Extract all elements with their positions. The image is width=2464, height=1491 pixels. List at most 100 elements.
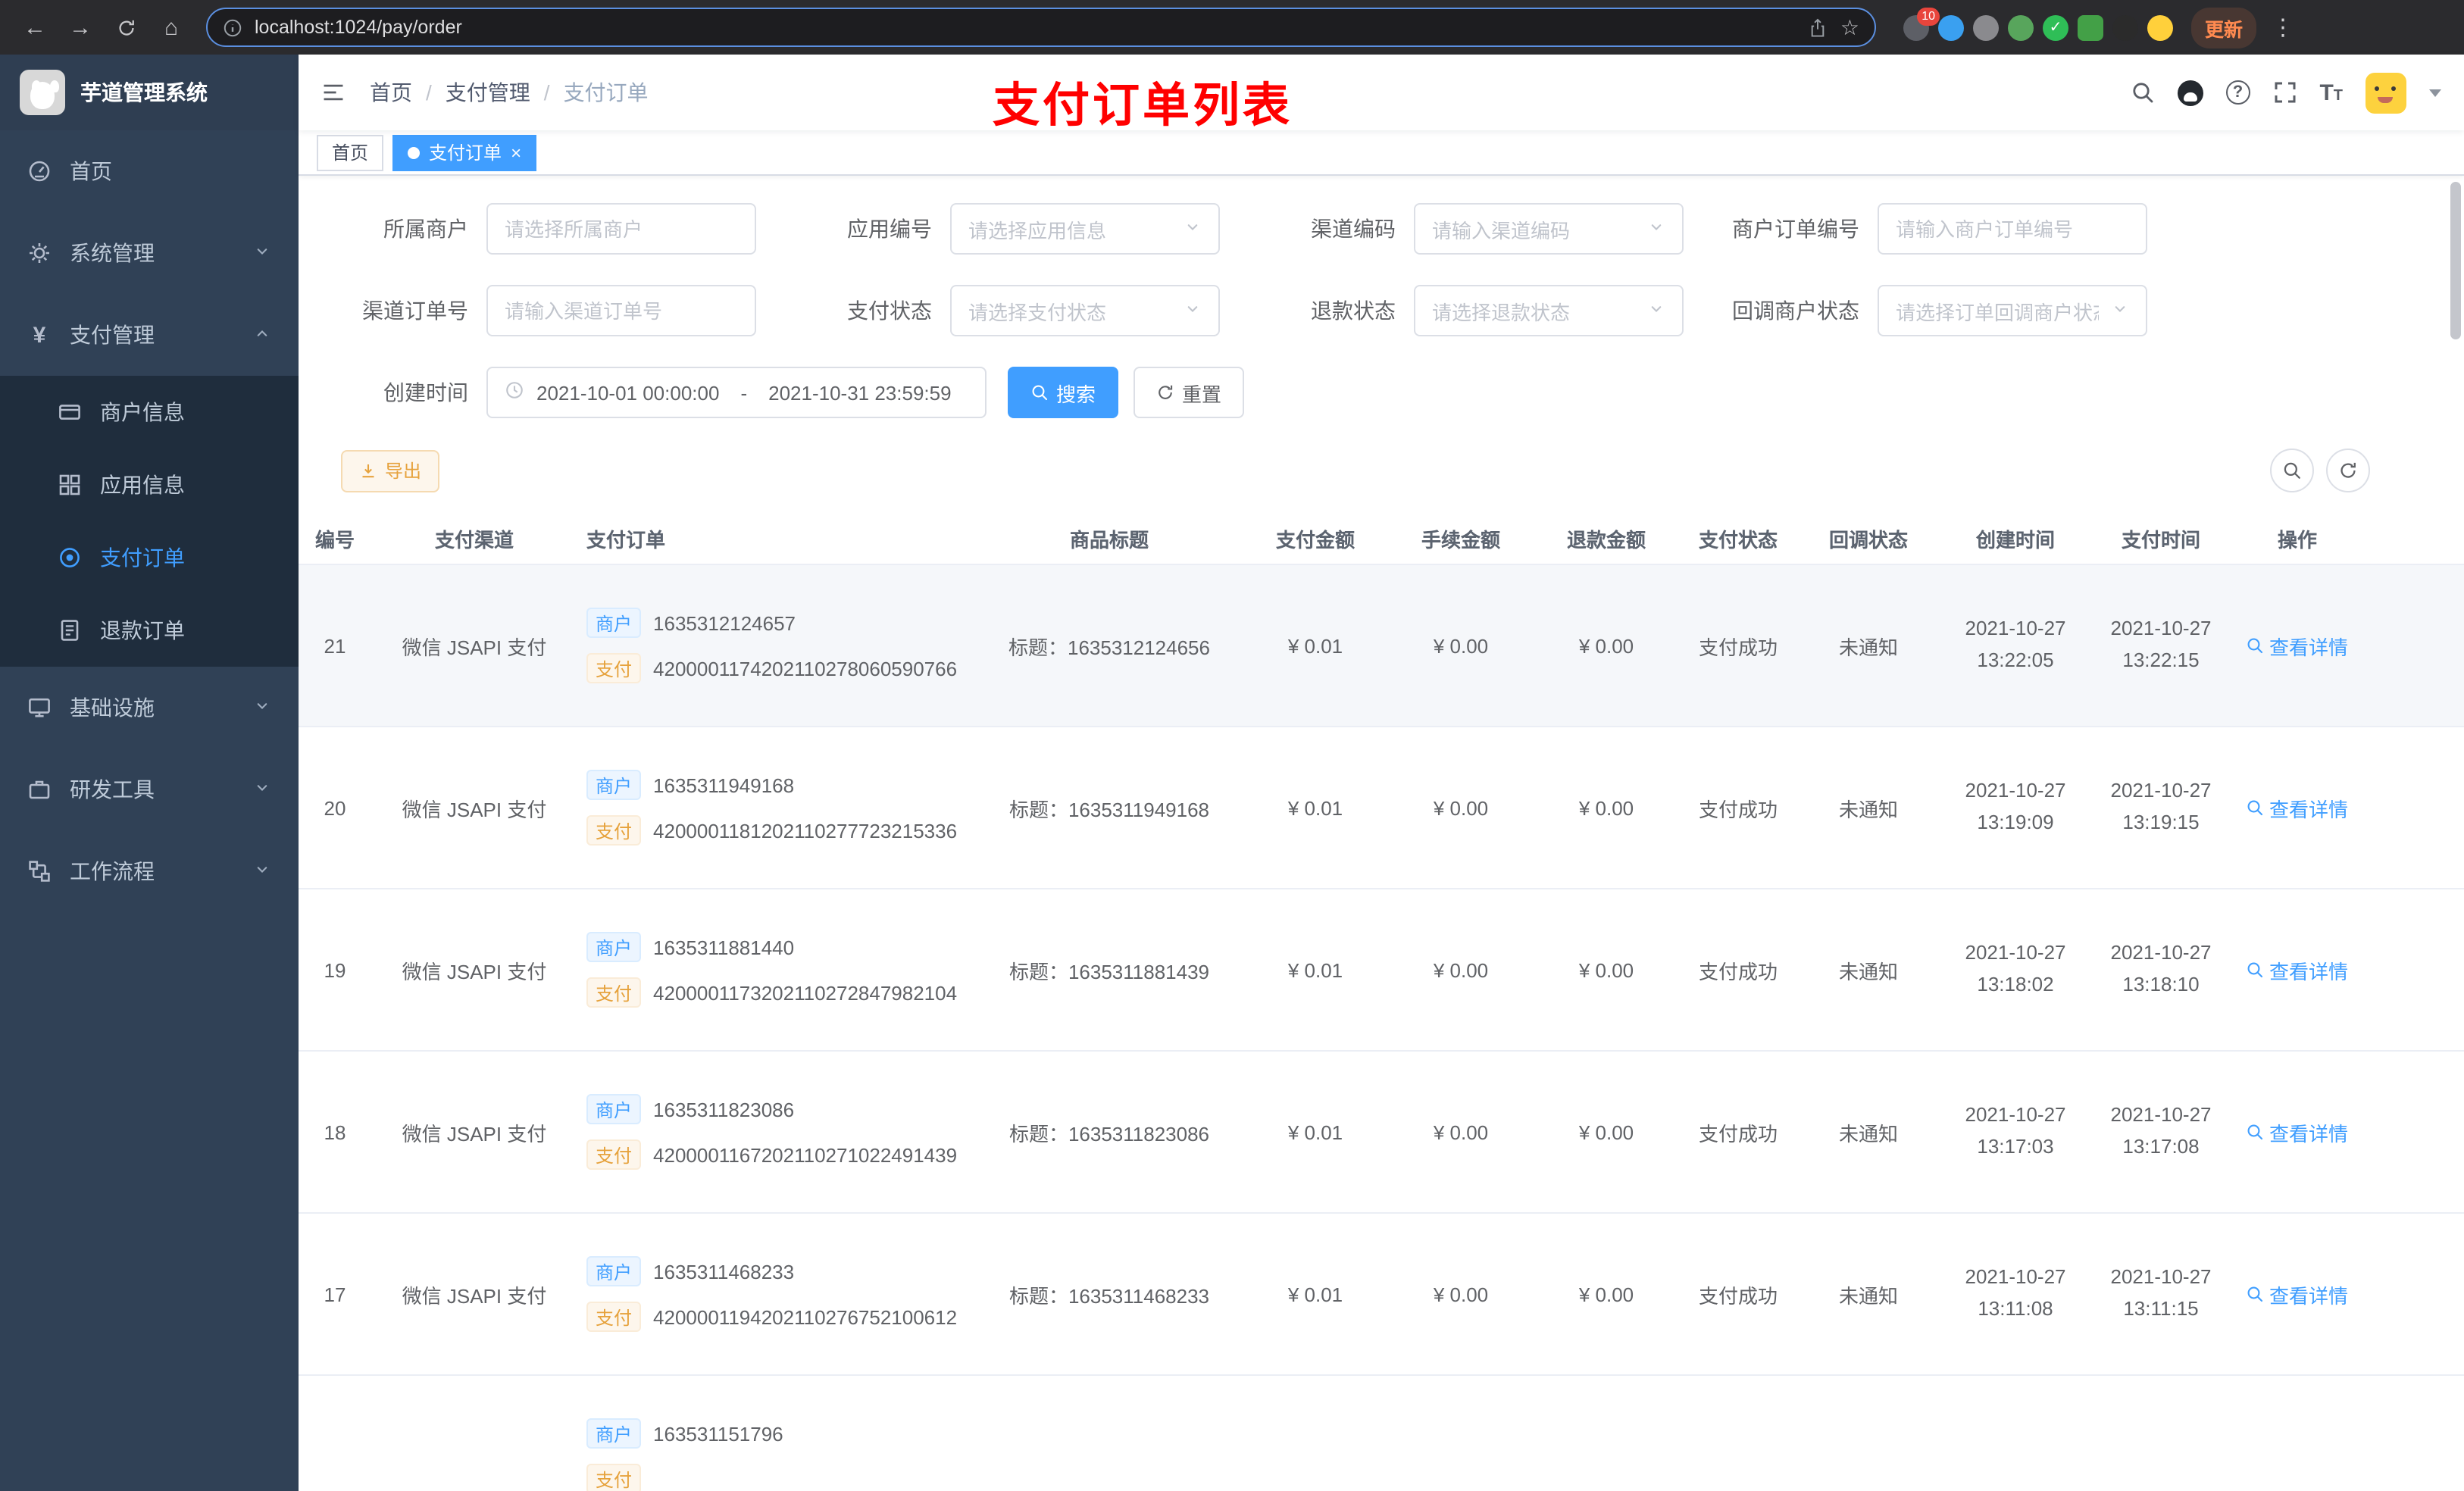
reset-button[interactable]: 重置: [1134, 367, 1245, 418]
tab-pay-order[interactable]: 支付订单 ×: [392, 134, 537, 170]
table-toolbar: 导出: [299, 449, 2464, 492]
sidebar-item-system[interactable]: 系统管理: [0, 212, 299, 294]
sidebar-item-payment[interactable]: ¥ 支付管理: [0, 294, 299, 376]
merchant-order-no: 1635312124657: [653, 611, 796, 634]
user-avatar[interactable]: [2366, 72, 2406, 113]
help-icon[interactable]: ?: [2225, 80, 2250, 105]
view-detail-link[interactable]: 查看详情: [2247, 631, 2348, 660]
view-detail-link[interactable]: 查看详情: [2247, 793, 2348, 822]
close-tab-icon[interactable]: ×: [511, 143, 521, 161]
create-time-range-picker[interactable]: 2021-10-01 00:00:00 - 2021-10-31 23:59:5…: [486, 367, 987, 418]
select-placeholder: 请选择支付状态: [968, 301, 1107, 324]
address-bar[interactable]: localhost:1024/pay/order ☆: [206, 8, 1876, 47]
reload-button[interactable]: [106, 8, 145, 47]
breadcrumb-item-payment[interactable]: 支付管理: [446, 77, 530, 108]
app-select[interactable]: 请选择应用信息: [950, 203, 1220, 255]
extension-dark-icon[interactable]: [2112, 14, 2138, 40]
app-logo[interactable]: 芋道管理系统: [0, 55, 299, 130]
refresh-table-button[interactable]: [2326, 449, 2370, 492]
cell-pay-order: 商户 1635312124657 支付 4200001174202110278060…: [577, 600, 980, 691]
forward-button[interactable]: →: [61, 8, 100, 47]
cell-fee: ¥ 0.00: [1433, 634, 1489, 657]
cell-refund: ¥ 0.00: [1578, 796, 1634, 819]
sidebar-item-refund-order[interactable]: 退款订单: [0, 594, 299, 667]
callback-status-select[interactable]: 请选择订单回调商户状态: [1878, 285, 2147, 336]
bookmark-star-icon[interactable]: ☆: [1840, 14, 1859, 40]
cell-paid: 2021-10-27 13:17:08: [2110, 1103, 2212, 1158]
extension-drop-icon[interactable]: [1938, 14, 1964, 40]
date-end: 2021-10-31 23:59:59: [768, 381, 952, 404]
export-button[interactable]: 导出: [341, 449, 440, 492]
fullscreen-icon[interactable]: [2272, 80, 2297, 105]
extension-circle-icon[interactable]: [1973, 14, 1999, 40]
pay-tag: 支付: [586, 1464, 642, 1491]
back-button[interactable]: ←: [15, 8, 55, 47]
back-icon: ←: [23, 14, 46, 40]
sidebar-item-label: 应用信息: [100, 473, 185, 497]
search-button[interactable]: 搜索: [1008, 367, 1119, 418]
cell-title: 标题：1635311468233: [1008, 1284, 1210, 1307]
channel-order-no-input[interactable]: [486, 285, 756, 336]
merchant-order-no-input[interactable]: [1878, 203, 2147, 255]
field-label: 渠道编码: [1311, 217, 1396, 241]
github-icon[interactable]: [2177, 80, 2203, 105]
filter-pay-status: 支付状态 请选择支付状态: [805, 285, 1220, 336]
yen-icon: ¥: [33, 322, 46, 348]
filter-create-time: 创建时间 2021-10-01 00:00:00 - 2021-10-31 23…: [341, 367, 987, 418]
sidebar-item-label: 商户信息: [100, 400, 185, 424]
toolbox-icon: [27, 777, 52, 802]
breadcrumb-item-home[interactable]: 首页: [370, 77, 412, 108]
vertical-scrollbar-thumb[interactable]: [2450, 182, 2461, 339]
browser-menu-icon[interactable]: ⋮: [2262, 14, 2303, 41]
site-info-icon[interactable]: [223, 17, 242, 37]
view-detail-link[interactable]: 查看详情: [2247, 955, 2348, 984]
toggle-search-button[interactable]: [2270, 449, 2314, 492]
extension-puzzle-icon[interactable]: 10: [1903, 7, 1940, 40]
cell-title: 标题：1635312124656: [1008, 636, 1210, 658]
home-icon: ⌂: [164, 14, 179, 40]
top-navbar: 首页 / 支付管理 / 支付订单 支付订单列表 ? TT: [299, 55, 2464, 132]
extension-square-icon[interactable]: [2078, 14, 2103, 40]
merchant-input[interactable]: [486, 203, 756, 255]
sidebar-item-merchant-info[interactable]: 商户信息: [0, 376, 299, 449]
share-icon[interactable]: [1809, 17, 1828, 37]
font-size-icon[interactable]: TT: [2319, 81, 2343, 104]
extension-check-icon[interactable]: ✓: [2043, 14, 2068, 40]
sidebar-item-app-info[interactable]: 应用信息: [0, 449, 299, 521]
sidebar-item-workflow[interactable]: 工作流程: [0, 830, 299, 912]
channel-code-select[interactable]: 请输入渠道编码: [1414, 203, 1684, 255]
chevron-down-icon: [253, 859, 271, 883]
cell-channel: 微信 JSAPI 支付: [402, 636, 547, 658]
sidebar-item-infrastructure[interactable]: 基础设施: [0, 667, 299, 749]
cell-title: 标题：1635311881439: [1008, 960, 1210, 983]
sidebar-item-label: 首页: [70, 159, 112, 183]
home-button[interactable]: ⌂: [152, 8, 191, 47]
view-detail-link[interactable]: 查看详情: [2247, 1280, 2348, 1308]
tab-home[interactable]: 首页: [317, 134, 384, 170]
search-icon: [2247, 1285, 2265, 1303]
table-header-row: 编号 支付渠道 支付订单 商品标题 支付金额 手续金额 退款金额 支付状态 回调…: [299, 514, 2464, 565]
cell-notify: 未通知: [1838, 1122, 1898, 1145]
breadcrumb-separator: /: [426, 80, 432, 105]
avatar-dropdown-caret-icon[interactable]: [2429, 89, 2441, 96]
pay-order-no: 4200001174202110278060590766: [653, 657, 958, 680]
sidebar-item-home[interactable]: 首页: [0, 130, 299, 212]
sidebar-toggle-icon[interactable]: [321, 80, 346, 105]
extension-face-icon[interactable]: [2147, 14, 2173, 40]
sidebar-item-pay-order[interactable]: 支付订单: [0, 521, 299, 594]
sidebar-item-label: 退款订单: [100, 618, 185, 642]
url-text[interactable]: localhost:1024/pay/order: [255, 17, 1796, 38]
search-icon: [2247, 799, 2265, 817]
sidebar-item-dev-tools[interactable]: 研发工具: [0, 749, 299, 830]
extension-green-icon[interactable]: [2008, 14, 2034, 40]
sidebar-item-label: 基础设施: [70, 695, 155, 720]
chevron-down-icon: [2111, 299, 2129, 322]
view-detail-link[interactable]: 查看详情: [2247, 1117, 2348, 1146]
pay-order-no: 4200001194202110276752100612: [653, 1305, 958, 1328]
browser-update-button[interactable]: 更新: [2191, 7, 2257, 48]
pay-status-select[interactable]: 请选择支付状态: [950, 285, 1220, 336]
search-icon[interactable]: [2130, 80, 2154, 105]
refund-status-select[interactable]: 请选择退款状态: [1414, 285, 1684, 336]
cell-status: 支付成功: [1698, 798, 1778, 821]
filter-merchant: 所属商户: [341, 203, 756, 255]
